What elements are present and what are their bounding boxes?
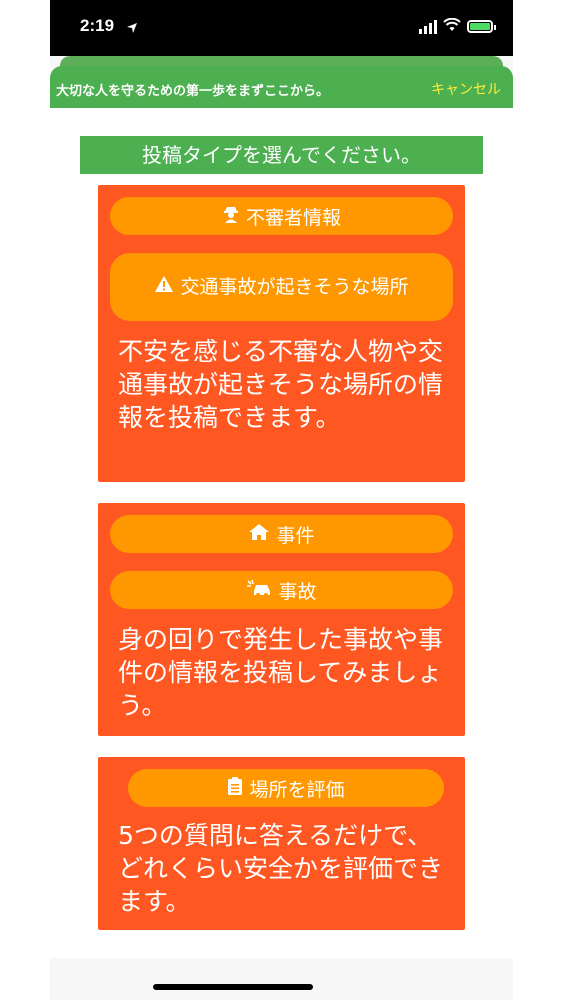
car-crash-icon [246,579,272,602]
phone-frame: 2:19 大切な人を守るための第一歩をまずここから。 キャンセル 投稿タイプを選… [0,0,563,1000]
clipboard-icon [227,776,243,801]
card-description: 身の回りで発生した事故や事件の情報を投稿してみましょう。 [118,625,444,720]
post-type-card-incident: 事件 事故 身の回りで発生した事故や事件の情報を投稿してみましょう。 [98,503,465,736]
card-description: 不安を感じる不審な人物や交通事故が起きそうな場所の情報を投稿できます。 [118,337,444,432]
right-edge [513,0,563,1000]
status-bar: 2:19 [50,0,513,56]
warning-icon [154,274,174,301]
post-type-card-suspicious: 不審者情報 交通事故が起きそうな場所 不安を感じる不審な人物や交通事故が起きそう… [98,185,465,482]
post-type-card-evaluate: 場所を評価 5つの質問に答えるだけで、どれくらい安全かを評価できます。 [98,757,465,930]
suspicious-person-icon [222,205,240,228]
modal-header: 大切な人を守るための第一歩をまずここから。 キャンセル [50,66,513,108]
evaluate-place-label: 場所を評価 [249,778,345,801]
home-icon [248,523,270,546]
traffic-danger-button[interactable]: 交通事故が起きそうな場所 [110,253,453,321]
traffic-danger-label: 交通事故が起きそうな場所 [180,275,409,298]
accident-button[interactable]: 事故 [110,571,453,609]
incident-label: 事件 [276,524,315,547]
page-title: 投稿タイプを選んでください。 [80,136,483,174]
screen: 2:19 大切な人を守るための第一歩をまずここから。 キャンセル 投稿タイプを選… [50,0,513,1000]
header-title: 大切な人を守るための第一歩をまずここから。 [56,84,330,99]
card-description: 5つの質問に答えるだけで、どれくらい安全かを評価できます。 [118,821,444,916]
content-area: 投稿タイプを選んでください。 不審者情報 交通事故が起きそうな場所 不安を感じる… [50,108,513,958]
suspicious-person-button[interactable]: 不審者情報 [110,197,453,235]
wifi-icon [443,17,461,36]
location-arrow-icon [126,19,138,38]
incident-button[interactable]: 事件 [110,515,453,553]
left-edge [0,0,50,1000]
status-icons [419,17,496,36]
battery-icon [467,20,496,33]
cancel-button[interactable]: キャンセル [431,79,501,99]
cellular-signal-icon [419,19,437,34]
suspicious-person-label: 不審者情報 [245,206,341,229]
evaluate-place-button[interactable]: 場所を評価 [128,769,444,807]
accident-label: 事故 [278,580,317,603]
home-indicator[interactable] [153,984,313,990]
status-time: 2:19 [80,16,115,35]
